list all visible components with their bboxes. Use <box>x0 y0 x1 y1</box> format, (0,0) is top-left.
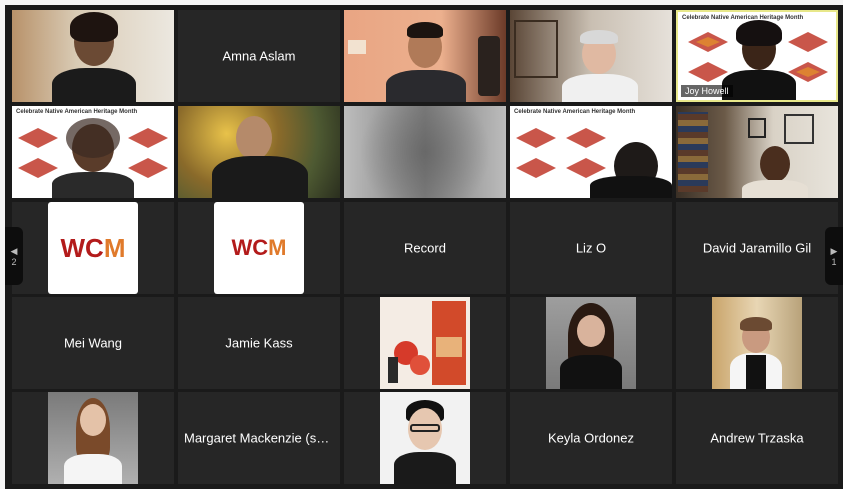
participant-name: Keyla Ordonez <box>548 430 634 446</box>
participant-tile[interactable]: Mei Wang <box>12 297 174 389</box>
participant-tile[interactable]: Margaret Mackenzie (sh... <box>178 392 340 484</box>
participant-video <box>510 10 672 102</box>
next-page-button[interactable]: ▶ 1 <box>825 227 843 285</box>
wcm-logo: WC M <box>214 202 304 294</box>
participant-name: David Jaramillo Gil <box>702 240 812 256</box>
banner-text: Celebrate Native American Heritage Month <box>514 109 636 115</box>
participant-name-tag: Joy Howell <box>681 85 733 97</box>
banner-text: Celebrate Native American Heritage Month <box>16 109 138 115</box>
participant-tile-active[interactable]: Celebrate Native American Heritage Month… <box>676 10 838 102</box>
participant-photo <box>546 297 636 389</box>
participant-tile[interactable] <box>344 392 506 484</box>
participant-tile[interactable] <box>344 297 506 389</box>
participant-tile[interactable]: Liz O <box>510 202 672 294</box>
participant-photo <box>48 392 138 484</box>
participant-tile[interactable]: David Jaramillo Gil <box>676 202 838 294</box>
page-number: 1 <box>831 256 837 267</box>
participant-video <box>178 106 340 198</box>
participant-tile[interactable]: WC M <box>178 202 340 294</box>
participant-photo <box>712 297 802 389</box>
chevron-left-icon: ◀ <box>10 245 18 256</box>
participant-video <box>12 10 174 102</box>
participant-tile[interactable]: Jamie Kass <box>178 297 340 389</box>
participant-tile[interactable]: Celebrate Native American Heritage Month <box>510 106 672 198</box>
participant-tile[interactable] <box>344 10 506 102</box>
participant-tile[interactable]: Celebrate Native American Heritage Month <box>12 106 174 198</box>
participant-tile[interactable] <box>676 297 838 389</box>
participant-tile[interactable] <box>178 106 340 198</box>
previous-page-button[interactable]: ◀ 2 <box>5 227 23 285</box>
participant-tile[interactable] <box>12 392 174 484</box>
participant-tile[interactable]: Amna Aslam <box>178 10 340 102</box>
participant-tile[interactable]: Keyla Ordonez <box>510 392 672 484</box>
participant-tile[interactable] <box>12 10 174 102</box>
participant-name: Mei Wang <box>63 335 123 351</box>
participant-tile[interactable] <box>510 297 672 389</box>
blurred-video <box>344 106 506 198</box>
page-number: 2 <box>11 256 17 267</box>
participant-tile[interactable] <box>510 10 672 102</box>
participant-tile[interactable] <box>676 106 838 198</box>
participant-tile[interactable]: Andrew Trzaska <box>676 392 838 484</box>
participant-tile[interactable]: Record <box>344 202 506 294</box>
banner-text: Celebrate Native American Heritage Month <box>682 15 804 21</box>
participant-tile[interactable] <box>344 106 506 198</box>
participant-name: Amna Aslam <box>222 48 296 64</box>
chevron-right-icon: ▶ <box>830 245 838 256</box>
participant-name: Margaret Mackenzie (sh... <box>184 430 335 446</box>
participant-photo <box>380 392 470 484</box>
participant-video <box>344 10 506 102</box>
gallery-view: Amna Aslam Celebrate Native American Her… <box>5 5 843 489</box>
participant-video <box>676 106 838 198</box>
participant-name: Andrew Trzaska <box>710 430 804 446</box>
participant-name: Liz O <box>575 240 607 256</box>
participant-name: Record <box>404 240 446 256</box>
participant-photo <box>380 297 470 389</box>
wcm-logo: WC M <box>48 202 138 294</box>
participant-name: Jamie Kass <box>225 335 293 351</box>
participant-tile[interactable]: WC M <box>12 202 174 294</box>
